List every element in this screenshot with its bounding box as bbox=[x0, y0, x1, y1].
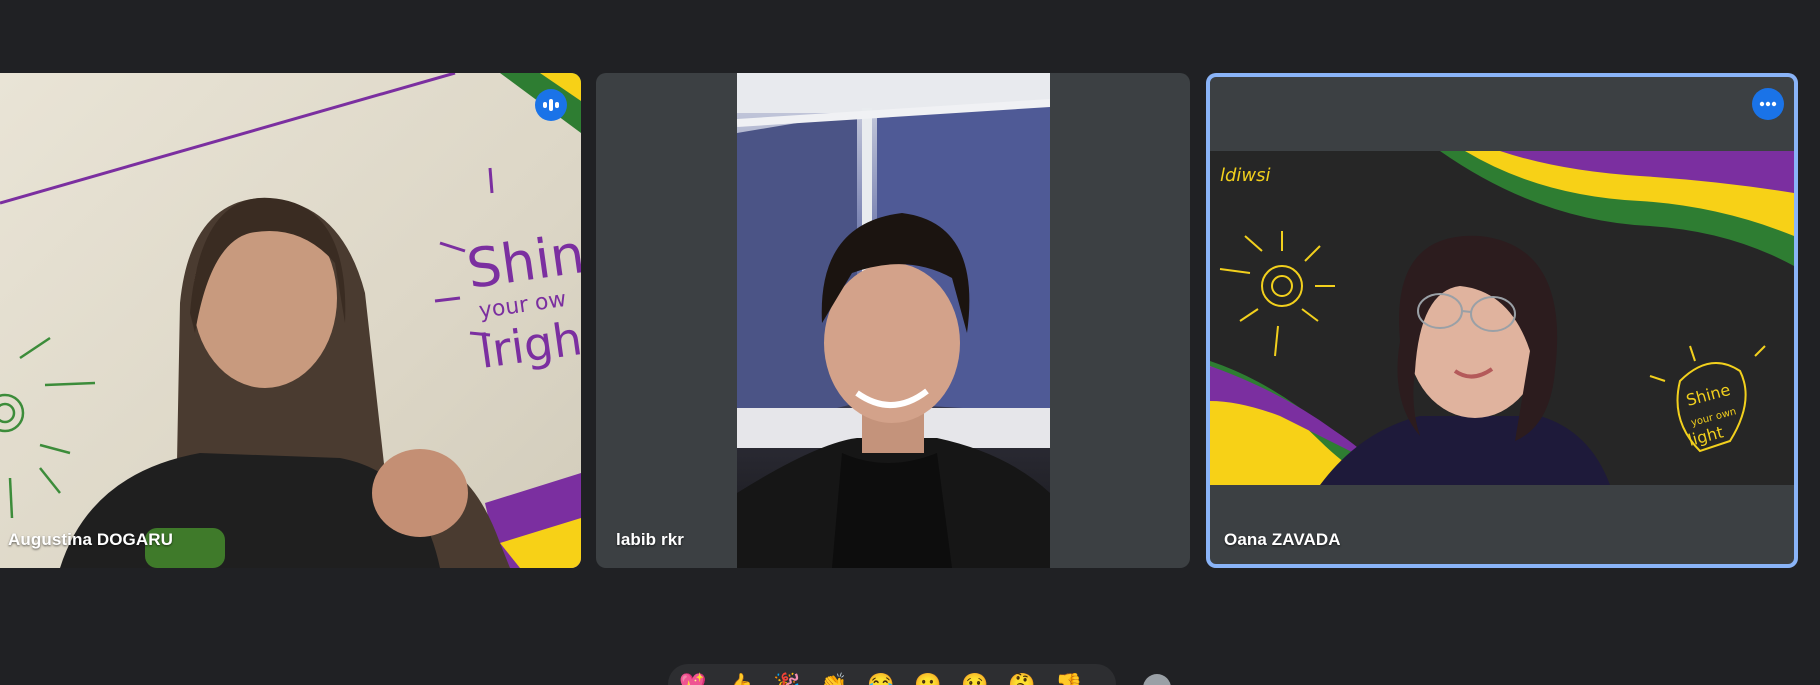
participant-name: Oana ZAVADA bbox=[1224, 530, 1341, 549]
reaction-sad-button[interactable]: 😢 bbox=[960, 670, 990, 685]
logo-scribble: ldiwsi bbox=[1220, 165, 1271, 186]
audio-wave-icon bbox=[543, 99, 559, 111]
avatar[interactable] bbox=[1143, 674, 1171, 685]
reaction-thumbs-up-button[interactable]: 👍 bbox=[725, 670, 755, 685]
reaction-clap-button[interactable]: 👏 bbox=[819, 670, 849, 685]
more-options-icon bbox=[1759, 101, 1777, 107]
reaction-thinking-button[interactable]: 🤔 bbox=[1007, 670, 1037, 685]
reaction-thumbs-down-button[interactable]: 👎 bbox=[1054, 670, 1084, 685]
svg-text:Shine: Shine bbox=[1684, 380, 1732, 410]
participant-video: ldiwsi Shine your own light bbox=[1210, 151, 1794, 485]
speaking-indicator-badge bbox=[535, 89, 567, 121]
reaction-heart-button[interactable]: 💖 bbox=[678, 670, 708, 685]
participant-tile-3[interactable]: ldiwsi Shine your own light Oana ZAVADA bbox=[1206, 73, 1798, 568]
participant-tile-1[interactable]: Shin your ow lrigh Augustina DOGARU bbox=[0, 73, 581, 568]
reaction-surprised-button[interactable]: 😮 bbox=[913, 670, 943, 685]
participant-video bbox=[737, 73, 1050, 568]
participant-name: Augustina DOGARU bbox=[8, 530, 173, 549]
participant-tile-2[interactable]: labib rkr bbox=[596, 73, 1190, 568]
reaction-laugh-button[interactable]: 😂 bbox=[866, 670, 896, 685]
meeting-stage: Shin your ow lrigh Augustina DOGARU labi… bbox=[0, 0, 1820, 685]
more-options-button[interactable] bbox=[1752, 88, 1784, 120]
reactions-bar: 💖 👍 🎉 👏 😂 😮 😢 🤔 👎 bbox=[668, 664, 1116, 685]
reaction-party-button[interactable]: 🎉 bbox=[772, 670, 802, 685]
participant-name: labib rkr bbox=[616, 530, 684, 549]
background-doodles: Shin your ow lrigh bbox=[0, 73, 581, 568]
